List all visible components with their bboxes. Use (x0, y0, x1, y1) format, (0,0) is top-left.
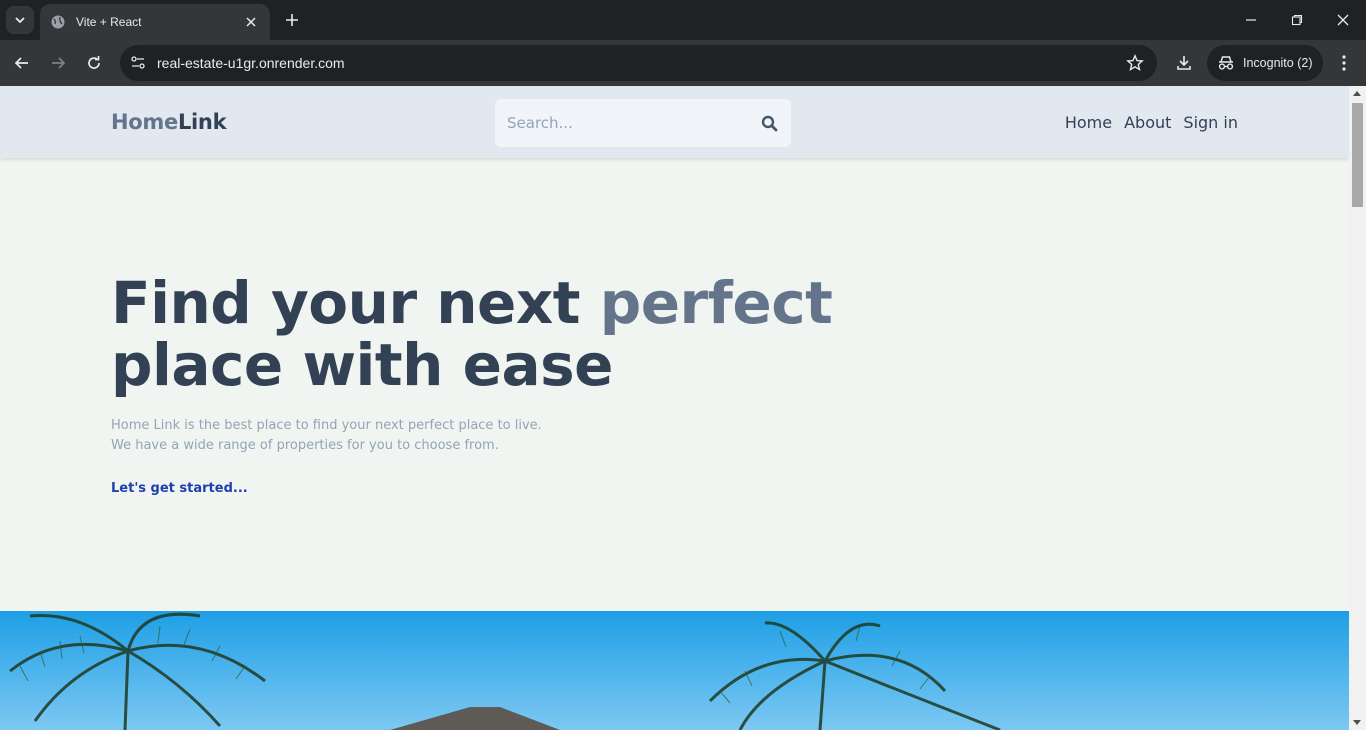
search-icon[interactable] (759, 113, 779, 133)
browser-toolbar: real-estate-u1gr.onrender.com Incognito … (0, 40, 1366, 86)
reload-icon (88, 56, 100, 69)
incognito-icon (1218, 56, 1234, 70)
logo-link: Link (177, 110, 227, 134)
more-vert-icon (1342, 55, 1346, 71)
window-controls (1228, 0, 1366, 40)
get-started-link[interactable]: Let's get started... (111, 481, 248, 496)
site-info-icon[interactable] (126, 51, 150, 75)
nav-home[interactable]: Home (1065, 113, 1112, 132)
forward-button[interactable] (44, 49, 72, 77)
site-header: HomeLink Home About Sign in (0, 86, 1349, 158)
back-button[interactable] (8, 49, 36, 77)
tab-strip: Vite + React (0, 0, 1366, 40)
site-logo[interactable]: HomeLink (111, 110, 227, 134)
hero-description: Home Link is the best place to find your… (111, 416, 542, 456)
plus-icon (286, 14, 298, 26)
page-scrollbar[interactable] (1349, 86, 1366, 730)
back-icon (14, 57, 28, 69)
chevron-down-icon (15, 17, 25, 24)
close-icon[interactable] (242, 13, 260, 31)
nav-sign-in[interactable]: Sign in (1183, 113, 1238, 132)
hero-title-line2: place with ease (111, 331, 613, 399)
restore-button[interactable] (1274, 0, 1320, 40)
search-form (495, 99, 791, 147)
page-viewport: HomeLink Home About Sign in Find your ne… (0, 86, 1349, 730)
scrollbar-thumb[interactable] (1352, 103, 1363, 207)
search-input[interactable] (507, 114, 759, 132)
house-with-palms-image (0, 611, 1349, 730)
hero-title-accent: perfect (599, 269, 833, 337)
address-bar[interactable]: real-estate-u1gr.onrender.com (120, 45, 1157, 81)
download-icon (1177, 56, 1191, 70)
logo-home: Home (111, 110, 178, 134)
new-tab-button[interactable] (281, 9, 303, 31)
hero-house-image (0, 611, 1349, 730)
star-icon[interactable] (1121, 49, 1149, 77)
browser-tab[interactable]: Vite + React (40, 4, 270, 40)
hero-description-line2: We have a wide range of properties for y… (111, 438, 499, 453)
minimize-icon (1246, 19, 1256, 21)
scroll-down-icon[interactable] (1353, 720, 1361, 725)
browser-menu-button[interactable] (1330, 49, 1358, 77)
hero-title: Find your next perfect place with ease (111, 269, 833, 399)
close-window-button[interactable] (1320, 0, 1366, 40)
minimize-button[interactable] (1228, 0, 1274, 40)
incognito-button[interactable]: Incognito (2) (1207, 45, 1323, 81)
close-icon (1337, 14, 1349, 26)
globe-icon (50, 14, 66, 30)
nav-about[interactable]: About (1124, 113, 1171, 132)
hero-description-line1: Home Link is the best place to find your… (111, 418, 542, 433)
hero-title-line1: Find your next (111, 269, 600, 337)
forward-icon (52, 57, 66, 69)
site-nav: Home About Sign in (1065, 113, 1238, 132)
tab-search-button[interactable] (6, 6, 34, 34)
url-text[interactable]: real-estate-u1gr.onrender.com (157, 55, 1121, 71)
scroll-up-icon[interactable] (1353, 91, 1361, 96)
incognito-label: Incognito (2) (1243, 56, 1313, 70)
download-button[interactable] (1170, 49, 1198, 77)
tab-title: Vite + React (76, 15, 142, 29)
restore-icon (1291, 14, 1303, 26)
reload-button[interactable] (80, 49, 108, 77)
